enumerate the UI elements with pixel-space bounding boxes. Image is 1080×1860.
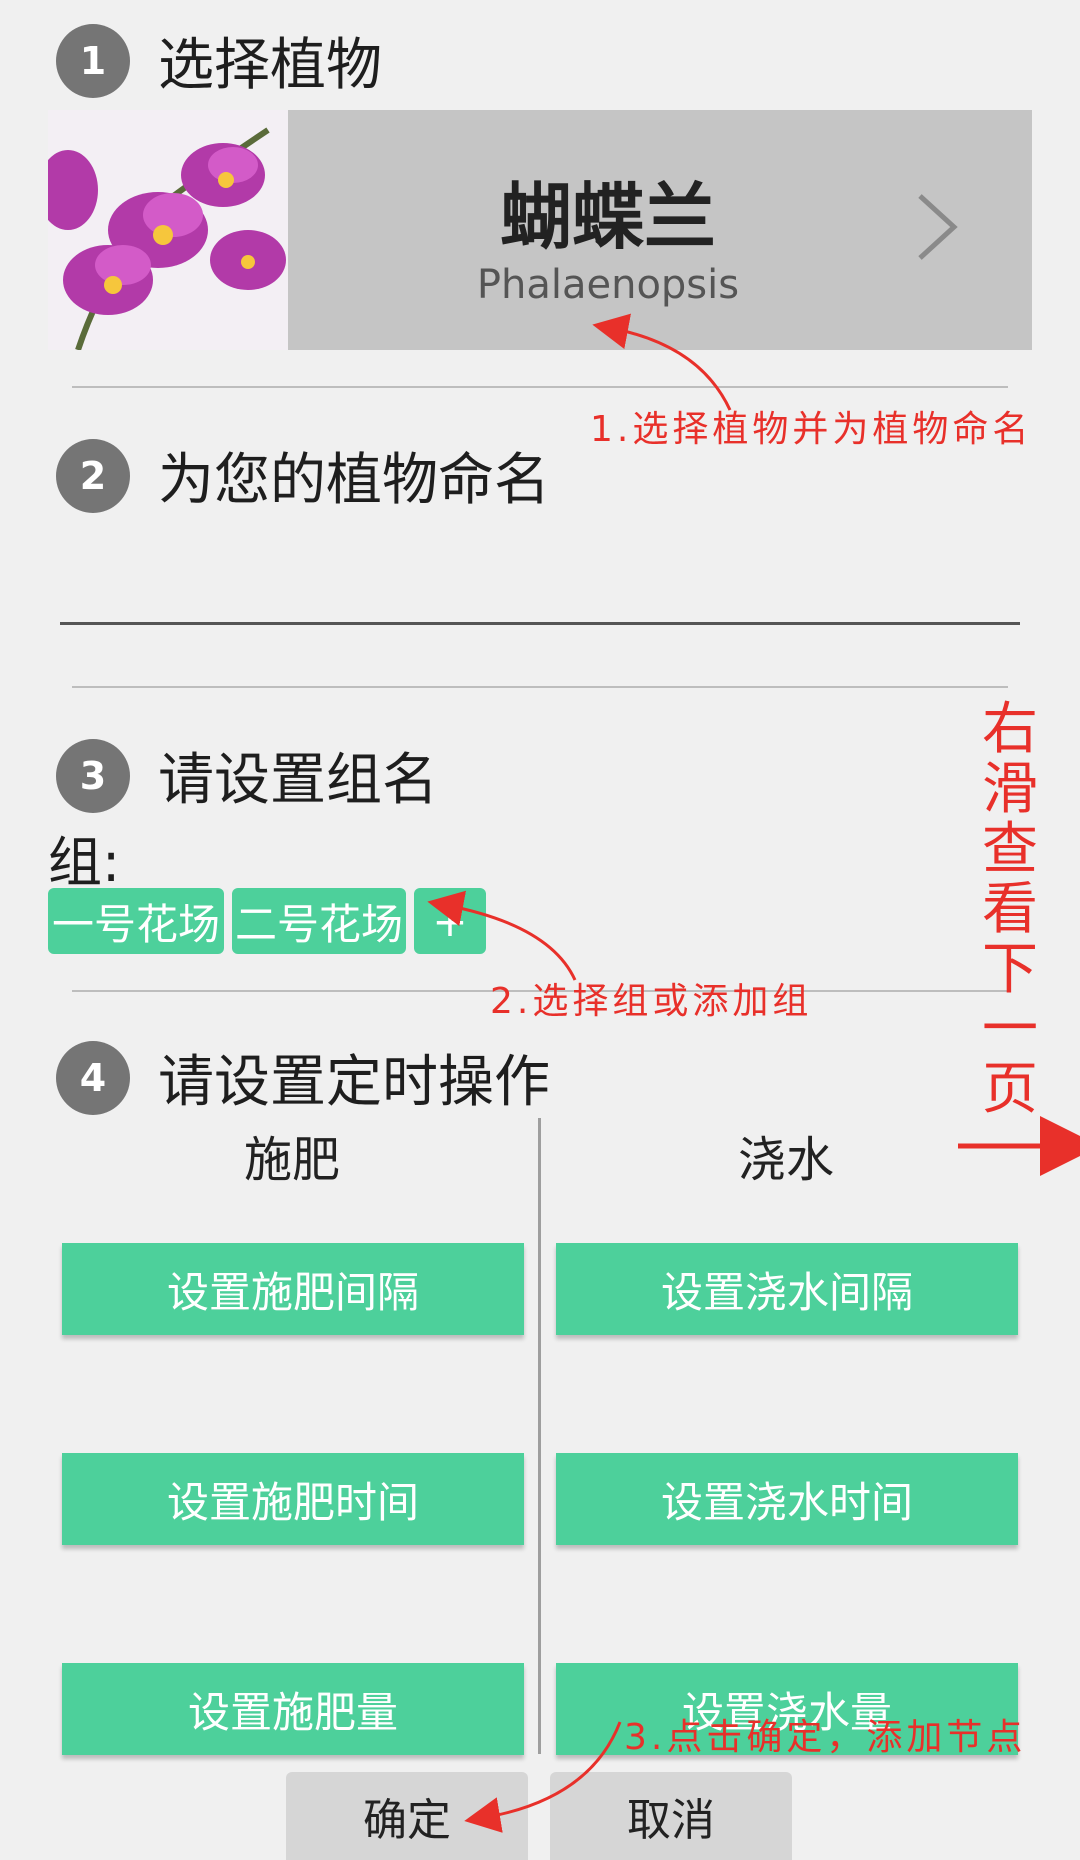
annotation-step3: 3.点击确定，添加节点 — [624, 1717, 1027, 1758]
column-divider — [538, 1118, 541, 1754]
annotation-step2: 2.选择组或添加组 — [490, 981, 813, 1022]
chevron-right-icon — [918, 194, 958, 260]
group-chip-2[interactable]: 二号花场 — [232, 888, 406, 954]
step-1-header: 1 选择植物 — [56, 20, 382, 101]
step-title: 请设置组名 — [158, 748, 438, 813]
step-4-header: 4 请设置定时操作 — [56, 1037, 550, 1118]
swipe-hint: 右滑查看下一页 — [982, 697, 1038, 1122]
set-fertilize-amount-button[interactable]: 设置施肥量 — [62, 1663, 524, 1755]
step-title: 为您的植物命名 — [158, 448, 550, 513]
set-water-interval-button[interactable]: 设置浇水间隔 — [556, 1243, 1018, 1335]
plant-image — [48, 110, 288, 350]
plant-selector[interactable]: 蝴蝶兰 Phalaenopsis — [48, 110, 1032, 350]
group-label: 组: — [48, 831, 121, 894]
set-fertilize-interval-button[interactable]: 设置施肥间隔 — [62, 1243, 524, 1335]
step-title: 选择植物 — [158, 33, 382, 98]
set-fertilize-time-button[interactable]: 设置施肥时间 — [62, 1453, 524, 1545]
step-number-badge: 1 — [56, 23, 130, 98]
step-2-header: 2 为您的植物命名 — [56, 435, 550, 516]
step-3-header: 3 请设置组名 — [56, 735, 438, 816]
step-number-badge: 4 — [56, 1040, 130, 1115]
plant-latin-name: Phalaenopsis — [476, 262, 740, 308]
step-number-badge: 3 — [56, 738, 130, 813]
plant-name-input[interactable] — [60, 575, 1020, 625]
confirm-button[interactable]: 确定 — [286, 1772, 528, 1860]
divider — [72, 686, 1008, 688]
divider — [72, 386, 1008, 388]
fertilize-header: 施肥 — [243, 1132, 340, 1188]
plant-name: 蝴蝶兰 — [499, 175, 716, 259]
set-water-time-button[interactable]: 设置浇水时间 — [556, 1453, 1018, 1545]
group-chip-1[interactable]: 一号花场 — [48, 888, 224, 954]
water-header: 浇水 — [737, 1132, 834, 1188]
step-number-badge: 2 — [56, 438, 130, 513]
add-group-button[interactable]: + — [414, 888, 486, 954]
cancel-button[interactable]: 取消 — [550, 1772, 792, 1860]
step-title: 请设置定时操作 — [158, 1050, 550, 1115]
annotation-step1: 1.选择植物并为植物命名 — [590, 409, 1033, 450]
